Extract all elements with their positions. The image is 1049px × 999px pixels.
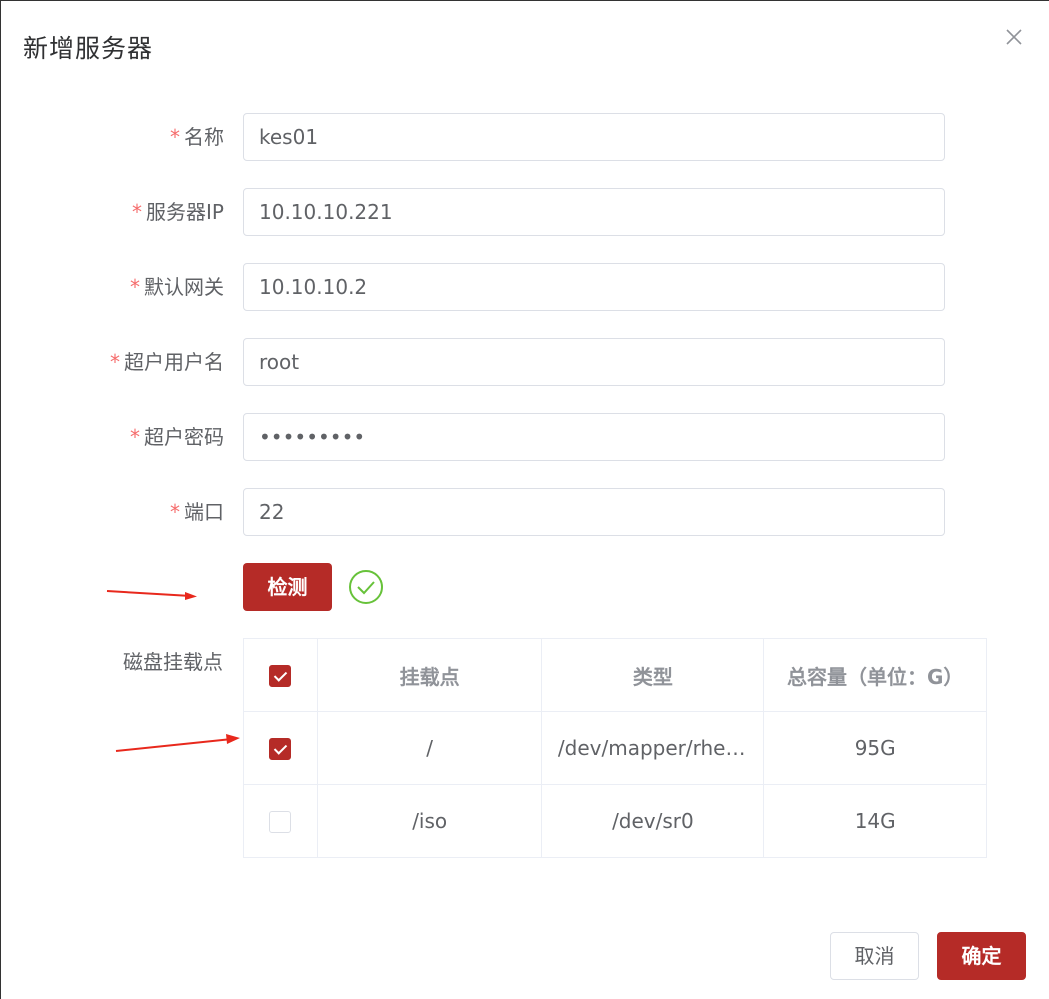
gateway-label: * 默认网关 bbox=[130, 263, 224, 311]
annotation-arrow-icon bbox=[115, 734, 240, 752]
required-mark: * bbox=[132, 200, 143, 224]
required-mark: * bbox=[170, 500, 180, 524]
check-circle-icon bbox=[348, 569, 384, 605]
type-text: /dev/sr0 bbox=[612, 809, 694, 833]
username-label: * 超户用户名 bbox=[110, 338, 224, 386]
annotation-arrow-icon bbox=[106, 590, 197, 600]
form-row-name: * 名称 bbox=[1, 113, 1049, 161]
table-header-row: 挂载点 类型 总容量（单位：G） bbox=[243, 638, 987, 712]
dialog-title: 新增服务器 bbox=[23, 34, 154, 63]
table-row: / /dev/mapper/rhel… 95G bbox=[243, 711, 987, 785]
required-mark: * bbox=[110, 350, 120, 374]
add-server-dialog: 新增服务器 *名称 *服务器IP *默认网关 *超户用户名 *超户密码 *端口 … bbox=[0, 0, 1049, 999]
header-mount: 挂载点 bbox=[316, 638, 543, 712]
form-row-port: * 端口 bbox=[1, 488, 1049, 536]
capacity-cell: 14G bbox=[763, 784, 987, 858]
form-row-password: * 超户密码 bbox=[1, 413, 1049, 461]
mount-cell: /iso bbox=[316, 784, 543, 858]
required-mark: * bbox=[130, 275, 140, 299]
ip-label-text: 服务器IP bbox=[146, 200, 224, 224]
confirm-button[interactable]: 确定 bbox=[937, 932, 1026, 980]
gateway-input[interactable] bbox=[243, 263, 945, 311]
header-type: 类型 bbox=[541, 638, 765, 712]
close-icon[interactable] bbox=[1002, 25, 1026, 49]
ip-input[interactable] bbox=[243, 188, 945, 236]
ip-label: * 服务器IP bbox=[132, 188, 224, 236]
row-select-cell bbox=[243, 711, 318, 785]
select-all-checkbox[interactable] bbox=[269, 665, 292, 688]
port-label: * 端口 bbox=[170, 488, 224, 536]
disk-mount-label: 磁盘挂载点 bbox=[123, 650, 223, 674]
header-capacity: 总容量（单位：G） bbox=[763, 638, 987, 712]
port-label-text: 端口 bbox=[184, 500, 224, 524]
form-row-ip: * 服务器IP bbox=[1, 188, 1049, 236]
gateway-label-text: 默认网关 bbox=[144, 275, 224, 299]
capacity-cell: 95G bbox=[763, 711, 987, 785]
required-mark: * bbox=[130, 425, 140, 449]
form-row-username: * 超户用户名 bbox=[1, 338, 1049, 386]
password-label: * 超户密码 bbox=[130, 413, 224, 461]
mount-cell: / bbox=[316, 711, 543, 785]
disk-mount-table: 挂载点 类型 总容量（单位：G） / /dev/mapper/rhel… 95G… bbox=[243, 638, 987, 858]
type-cell: /dev/mapper/rhel… bbox=[541, 711, 765, 785]
password-label-text: 超户密码 bbox=[144, 425, 224, 449]
form-row-gateway: * 默认网关 bbox=[1, 263, 1049, 311]
type-cell: /dev/sr0 bbox=[541, 784, 765, 858]
name-input[interactable] bbox=[243, 113, 945, 161]
row-checkbox[interactable] bbox=[269, 811, 292, 834]
select-all-cell bbox=[243, 638, 318, 712]
table-row: /iso /dev/sr0 14G bbox=[243, 784, 987, 858]
name-label: * 名称 bbox=[170, 113, 224, 161]
row-checkbox[interactable] bbox=[269, 738, 292, 761]
row-select-cell bbox=[243, 784, 318, 858]
type-text: /dev/mapper/rhel… bbox=[557, 736, 748, 760]
password-input[interactable] bbox=[243, 413, 945, 461]
required-mark: * bbox=[170, 125, 180, 149]
username-label-text: 超户用户名 bbox=[124, 350, 224, 374]
username-input[interactable] bbox=[243, 338, 945, 386]
port-input[interactable] bbox=[243, 488, 945, 536]
check-connection-button[interactable]: 检测 bbox=[243, 563, 332, 611]
cancel-button[interactable]: 取消 bbox=[830, 932, 919, 980]
name-label-text: 名称 bbox=[184, 125, 224, 149]
